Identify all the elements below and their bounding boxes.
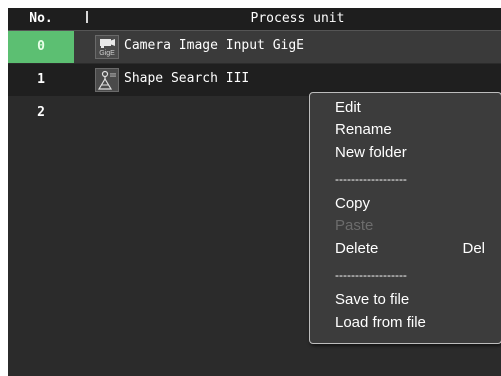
column-header-process-unit[interactable]: Process unit — [94, 8, 501, 30]
process-unit-row[interactable]: 0 GigE Camera Image Input GigE — [8, 31, 501, 63]
menu-item-rename[interactable]: Rename — [335, 119, 495, 141]
list-header: No. Process unit — [8, 8, 501, 31]
camera-gige-icon: GigE — [95, 35, 119, 59]
menu-separator: ------------------ — [335, 172, 407, 186]
process-unit-list: No. Process unit 0 GigE Camera Image Inp… — [8, 8, 501, 376]
row-number: 0 — [8, 31, 74, 63]
menu-item-edit[interactable]: Edit — [335, 97, 495, 119]
column-header-no[interactable]: No. — [8, 8, 74, 30]
context-menu: Edit Rename New folder -----------------… — [309, 92, 501, 344]
process-unit-name: Shape Search III — [124, 71, 250, 86]
menu-item-save-to-file[interactable]: Save to file — [335, 289, 495, 311]
gige-icon-text: GigE — [99, 50, 115, 57]
menu-separator: ------------------ — [335, 268, 407, 282]
shape-search-icon: III — [95, 68, 119, 92]
menu-item-delete[interactable]: Delete Del — [335, 238, 495, 260]
menu-item-new-folder[interactable]: New folder — [335, 142, 495, 164]
menu-item-load-from-file[interactable]: Load from file — [335, 312, 495, 334]
shape-search-icon-text: III — [110, 73, 116, 79]
row-number: 2 — [37, 105, 45, 120]
menu-item-paste: Paste — [335, 217, 374, 234]
row-number: 1 — [37, 72, 45, 87]
process-unit-name: Camera Image Input GigE — [124, 38, 305, 53]
screen: No. Process unit 0 GigE Camera Image Inp… — [0, 0, 501, 376]
column-resize-handle[interactable] — [86, 11, 88, 23]
menu-item-copy[interactable]: Copy — [335, 193, 495, 215]
menu-item-delete-shortcut: Del — [462, 240, 485, 257]
menu-item-delete-label: Delete — [335, 240, 379, 257]
